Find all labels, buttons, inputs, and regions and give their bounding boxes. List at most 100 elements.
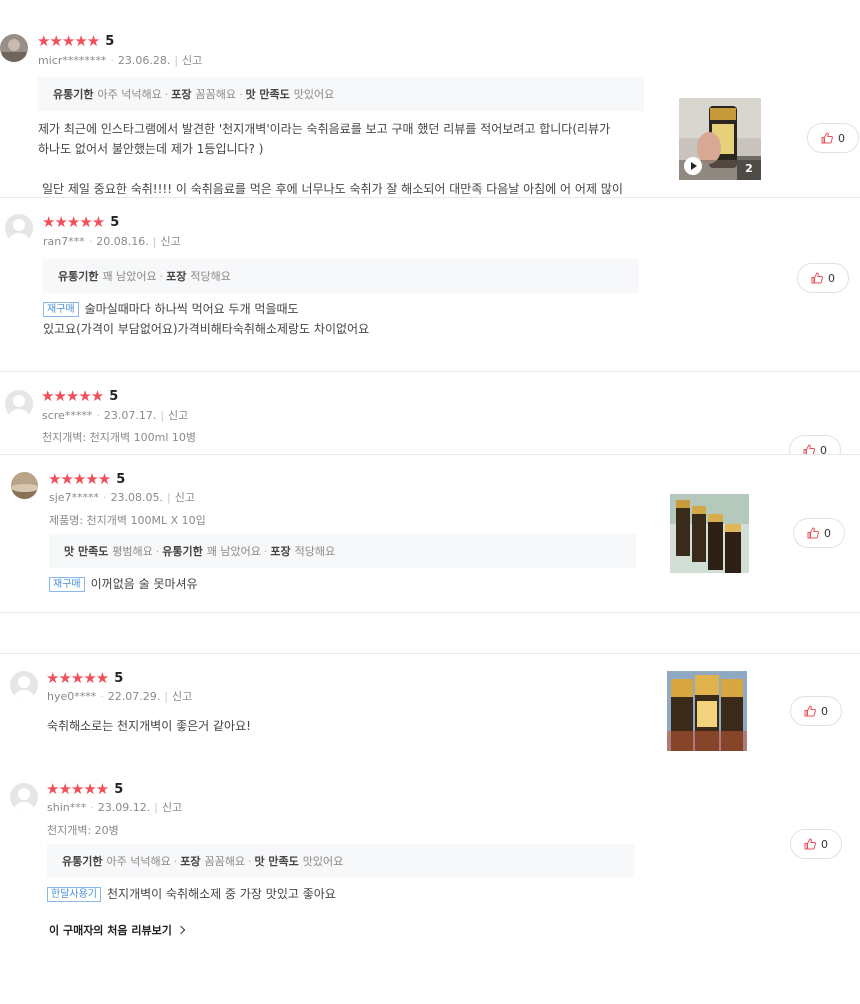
rating-score: 5	[114, 670, 124, 686]
like-button[interactable]: 0	[790, 696, 842, 726]
review-date: 23.06.28.	[117, 54, 171, 67]
user-id: micr********	[38, 54, 107, 67]
review-photo[interactable]: 2	[679, 98, 761, 180]
review-text: 숙취해소로는 천지개벽이 좋은거 같아요!	[47, 716, 647, 736]
star-rating: ★★★★★ 5	[41, 388, 118, 404]
review-date: 23.07.17.	[103, 409, 157, 422]
attr-label: 유통기한	[162, 545, 203, 558]
review-meta: hye0**** · 22.07.29. | 신고	[47, 690, 193, 703]
review-photo[interactable]	[670, 494, 749, 573]
avatar	[10, 671, 38, 699]
attr-label: 유통기한	[58, 270, 99, 283]
attr-label: 유통기한	[62, 855, 103, 868]
star-rating: ★★★★★ 5	[37, 33, 114, 49]
report-link[interactable]: 신고	[182, 54, 202, 67]
review-text: 제가 최근에 인스타그램에서 발견한 '천지개벽'이라는 숙취음료를 보고 구매…	[38, 119, 648, 197]
user-id: ran7***	[43, 235, 85, 248]
review-attributes: 맛 만족도 평범해요 · 유통기한 꽤 남았어요 · 포장 적당해요	[49, 534, 636, 568]
chevron-right-icon	[176, 925, 185, 935]
repurchase-badge: 재구매	[49, 577, 85, 592]
attr-label: 포장	[270, 545, 291, 558]
user-id: hye0****	[47, 690, 97, 703]
attr-value: 평범해요	[112, 545, 153, 558]
attr-value: 적당해요	[190, 270, 231, 283]
attr-label: 맛 만족도	[254, 855, 299, 868]
star-icon: ★★★★★	[37, 31, 100, 50]
report-link[interactable]: 신고	[160, 235, 180, 248]
like-button[interactable]: 0	[793, 518, 845, 548]
like-button[interactable]: 0	[789, 435, 841, 454]
review-attributes: 유통기한 아주 넉넉해요 · 포장 꼼꼼해요 · 맛 만족도 맛있어요	[47, 844, 634, 878]
review-attributes: 유통기한 아주 넉넉해요 · 포장 꼼꼼해요 · 맛 만족도 맛있어요	[38, 77, 644, 111]
review-card: ★★★★★ 5 shin*** · 23.09.12. | 신고 천지개벽: 20병 유…	[0, 765, 860, 1004]
user-id: scre*****	[42, 409, 93, 422]
star-icon: ★★★★★	[46, 779, 109, 798]
avatar	[5, 214, 33, 242]
like-count: 0	[821, 837, 828, 851]
thumbs-up-icon	[804, 705, 816, 717]
report-link[interactable]: 신고	[175, 491, 195, 504]
review-meta: sje7***** · 23.08.05. | 신고	[49, 491, 196, 504]
attr-label: 맛 만족도	[245, 88, 290, 101]
avatar	[0, 34, 28, 62]
review-text: 한달사용기 천지개벽이 숙취해소제 중 가장 맛있고 좋아요	[47, 884, 647, 904]
like-count: 0	[828, 271, 835, 285]
review-meta: micr******** · 23.06.28. | 신고	[38, 54, 203, 67]
avatar	[11, 472, 38, 499]
attr-value: 꼼꼼해요	[204, 855, 245, 868]
review-card: ★★★★★ 5 micr******** · 23.06.28. | 신고 유통기한 아주…	[0, 0, 860, 197]
thumbs-up-icon	[811, 272, 823, 284]
month-use-badge: 한달사용기	[47, 887, 101, 902]
review-meta: scre***** · 23.07.17. | 신고	[42, 409, 189, 422]
review-meta: shin*** · 23.09.12. | 신고	[47, 801, 183, 814]
report-link[interactable]: 신고	[168, 409, 188, 422]
thumbs-up-icon	[821, 132, 833, 144]
rating-score: 5	[114, 781, 124, 797]
attr-label: 포장	[166, 270, 187, 283]
product-option: 천지개벽: 20병	[47, 824, 119, 837]
divider	[0, 612, 860, 613]
avatar	[5, 390, 33, 418]
review-text: 재구매 이꺼없음 술 못마셔유	[49, 574, 649, 594]
review-text-line: 제가 최근에 인스타그램에서 발견한 '천지개벽'이라는 숙취음료를 보고 구매…	[38, 122, 611, 136]
review-date: 23.08.05.	[110, 491, 164, 504]
user-id: shin***	[47, 801, 87, 814]
star-icon: ★★★★★	[41, 386, 104, 405]
like-button[interactable]: 0	[807, 123, 859, 153]
review-text-line: 숙취해소로는 천지개벽이 좋은거 같아요!	[47, 719, 251, 733]
review-card: ★★★★★ 5 sje7***** · 23.08.05. | 신고 제품명: 천지개벽…	[0, 455, 860, 613]
review-text-line: 이꺼없음 술 못마셔유	[90, 577, 198, 591]
like-button[interactable]: 0	[797, 263, 849, 293]
product-option: 천지개벽: 천지개벽 100ml 10병	[42, 431, 197, 444]
like-count: 0	[838, 131, 845, 145]
first-review-label: 이 구매자의 처음 리뷰보기	[49, 924, 172, 937]
attr-value: 맛있어요	[302, 855, 344, 868]
report-link[interactable]: 신고	[162, 801, 182, 814]
star-rating: ★★★★★ 5	[46, 670, 123, 686]
star-rating: ★★★★★ 5	[42, 214, 119, 230]
rating-score: 5	[110, 214, 120, 230]
report-link[interactable]: 신고	[172, 690, 192, 703]
like-button[interactable]: 0	[790, 829, 842, 859]
review-attributes: 유통기한 꽤 남았어요 · 포장 적당해요	[43, 259, 639, 293]
attr-label: 포장	[171, 88, 192, 101]
attr-value: 꽤 남았어요	[206, 545, 261, 558]
play-icon[interactable]	[684, 157, 702, 175]
star-icon: ★★★★★	[46, 668, 109, 687]
attr-label: 맛 만족도	[64, 545, 109, 558]
review-text-line: 천지개벽이 숙취해소제 중 가장 맛있고 좋아요	[107, 887, 336, 901]
attr-value: 꼼꼼해요	[195, 88, 236, 101]
review-date: 22.07.29.	[107, 690, 161, 703]
like-count: 0	[821, 704, 828, 718]
attr-value: 꽤 남았어요	[102, 270, 157, 283]
first-review-link[interactable]: 이 구매자의 처음 리뷰보기	[49, 922, 185, 938]
rating-score: 5	[105, 33, 115, 49]
thumbs-up-icon	[804, 838, 816, 850]
star-icon: ★★★★★	[48, 469, 111, 488]
star-icon: ★★★★★	[42, 212, 105, 231]
product-option: 제품명: 천지개벽 100ML X 10입	[49, 514, 206, 527]
review-photo[interactable]	[667, 671, 747, 751]
thumbs-up-icon	[807, 527, 819, 539]
attr-value: 맛있어요	[293, 88, 335, 101]
review-card: ★★★★★ 5 ran7*** · 20.08.16. | 신고 유통기한 꽤 남았어요 ·…	[0, 198, 860, 371]
